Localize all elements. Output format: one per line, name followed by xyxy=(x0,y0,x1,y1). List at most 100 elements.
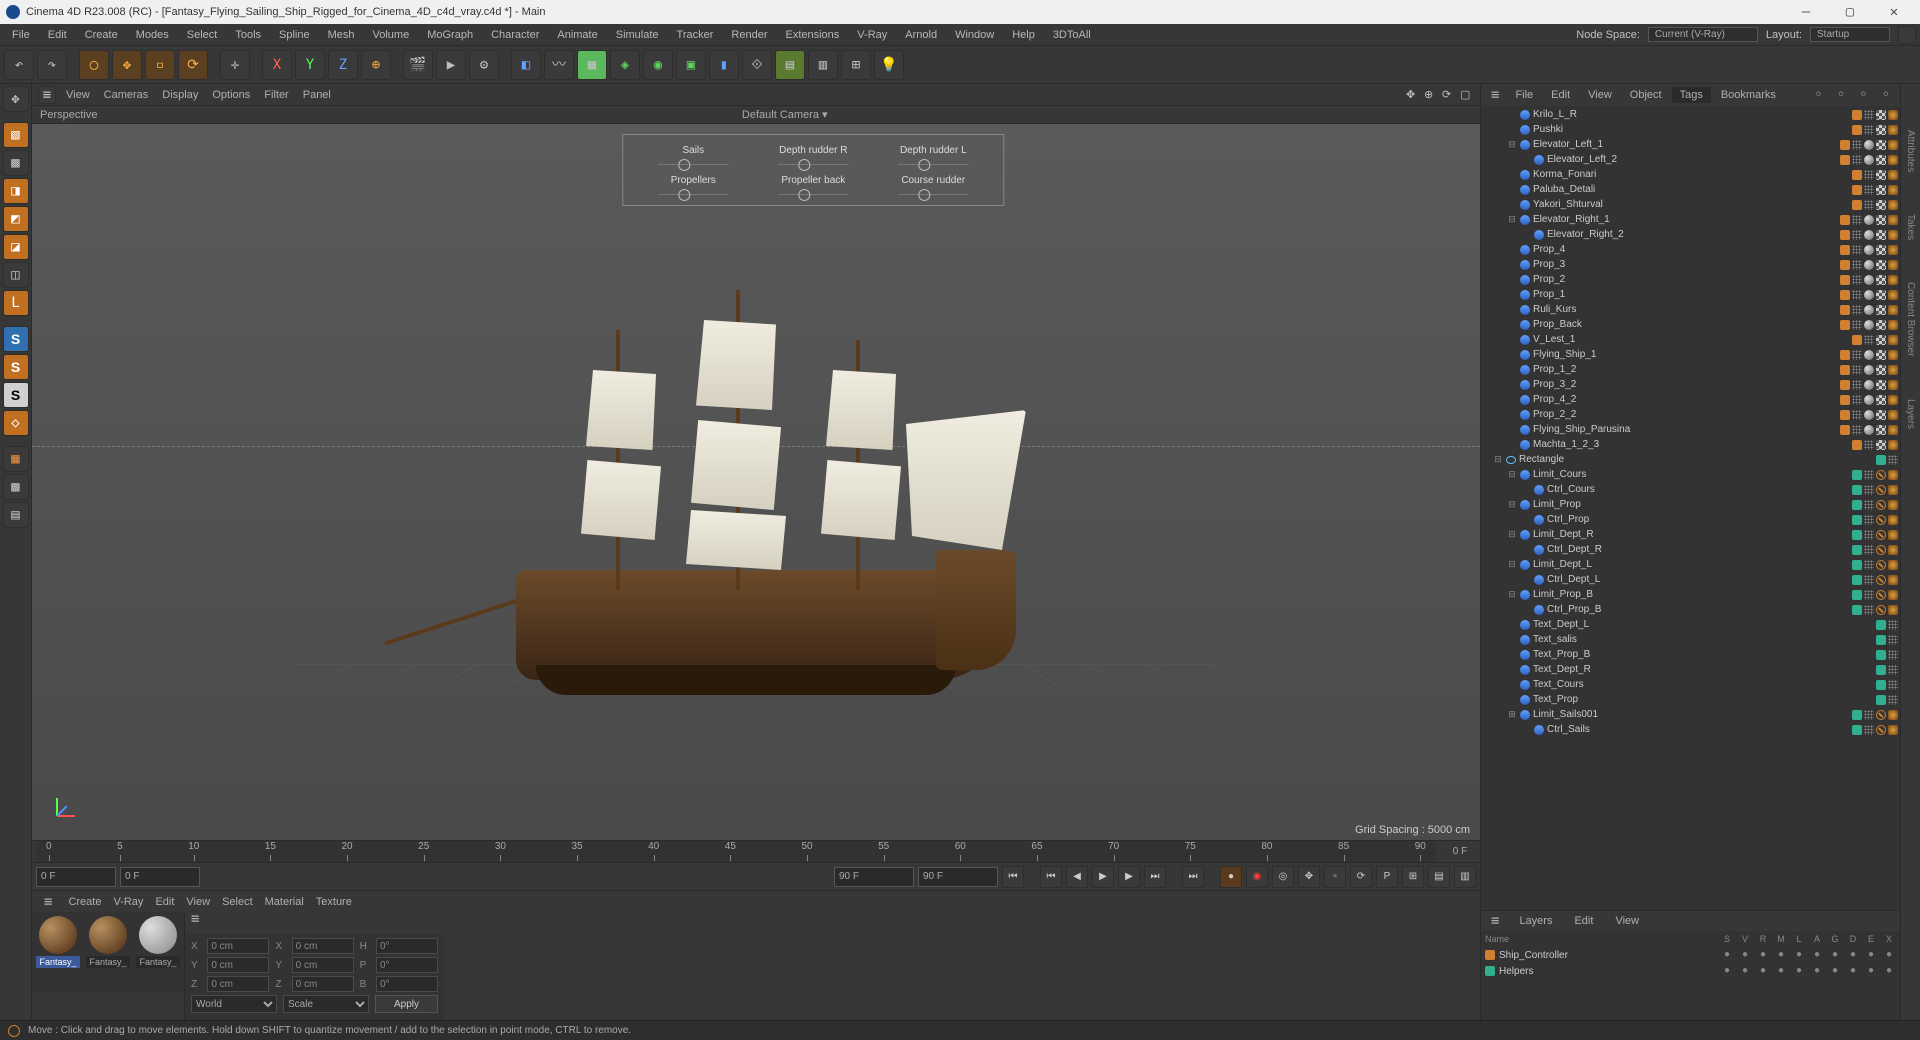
make-editable-button[interactable]: ▧ xyxy=(3,122,29,148)
material-menu-material[interactable]: Material xyxy=(259,894,310,910)
record-button[interactable]: ◉ xyxy=(1246,866,1268,888)
minimize-button[interactable]: — xyxy=(1786,2,1826,22)
tag-layer-orange[interactable] xyxy=(1852,170,1862,180)
tag-check[interactable] xyxy=(1876,380,1886,390)
expand-icon[interactable]: ⊟ xyxy=(1507,214,1517,225)
goto-end-button[interactable]: ⏭ xyxy=(1182,866,1204,888)
add-scene-button[interactable]: ▣ xyxy=(676,50,706,80)
tree-row[interactable]: Ruli_Kurs xyxy=(1481,302,1900,317)
tree-row[interactable]: Flying_Ship_Parusina xyxy=(1481,422,1900,437)
tag-layer-orange[interactable] xyxy=(1840,140,1850,150)
axis-x-lock[interactable]: X xyxy=(262,50,292,80)
undo-button[interactable]: ↶ xyxy=(4,50,34,80)
tag-dots[interactable] xyxy=(1888,635,1898,645)
render-view-button[interactable]: 🎬 xyxy=(403,50,433,80)
tag-check[interactable] xyxy=(1876,335,1886,345)
menu-tools[interactable]: Tools xyxy=(227,26,269,44)
filter-icon[interactable]: ◦ xyxy=(1831,86,1851,104)
hud-depth-rudder-l[interactable]: Depth rudder L xyxy=(883,145,983,165)
menu-mograph[interactable]: MoGraph xyxy=(419,26,481,44)
tag-layer-teal[interactable] xyxy=(1852,485,1862,495)
tag-layer-teal[interactable] xyxy=(1876,620,1886,630)
tag-stop[interactable] xyxy=(1876,530,1886,540)
menu-3dtoall[interactable]: 3DToAll xyxy=(1045,26,1099,44)
tag-sphere[interactable] xyxy=(1864,425,1874,435)
hud-propeller-back[interactable]: Propeller back xyxy=(763,175,863,195)
tree-row[interactable]: Prop_3_2 xyxy=(1481,377,1900,392)
tree-row[interactable]: Ctrl_Dept_L xyxy=(1481,572,1900,587)
tag-vray[interactable] xyxy=(1888,425,1898,435)
locked-workplane-button[interactable]: ▩ xyxy=(3,474,29,500)
tag-layer-orange[interactable] xyxy=(1840,290,1850,300)
expand-icon[interactable]: ⊟ xyxy=(1493,454,1503,465)
menu-tracker[interactable]: Tracker xyxy=(669,26,722,44)
material-menu-select[interactable]: Select xyxy=(216,894,259,910)
tree-row[interactable]: Krilo_L_R xyxy=(1481,107,1900,122)
tag-stop[interactable] xyxy=(1876,500,1886,510)
tag-layer-teal[interactable] xyxy=(1852,545,1862,555)
tag-sphere[interactable] xyxy=(1864,215,1874,225)
tag-dots[interactable] xyxy=(1864,500,1874,510)
tag-vray[interactable] xyxy=(1888,545,1898,555)
tag-layer-orange[interactable] xyxy=(1852,185,1862,195)
objects-tab-tags[interactable]: Tags xyxy=(1672,87,1711,103)
select-tool[interactable]: ◯ xyxy=(79,50,109,80)
menu-modes[interactable]: Modes xyxy=(128,26,177,44)
tag-stop[interactable] xyxy=(1876,515,1886,525)
coord-z[interactable] xyxy=(207,976,269,992)
layers-tab-layers[interactable]: Layers xyxy=(1511,913,1560,929)
layer-toggle[interactable]: ● xyxy=(1738,965,1752,977)
tree-row[interactable]: ⊟Elevator_Left_1 xyxy=(1481,137,1900,152)
tag-vray[interactable] xyxy=(1888,335,1898,345)
viewport-menu-options[interactable]: Options xyxy=(206,87,256,103)
layer-toggle[interactable]: ● xyxy=(1720,949,1734,961)
tag-dots[interactable] xyxy=(1852,350,1862,360)
menu-character[interactable]: Character xyxy=(483,26,547,44)
close-button[interactable]: ✕ xyxy=(1874,2,1914,22)
tag-vray[interactable] xyxy=(1888,200,1898,210)
layer-toggle[interactable]: ● xyxy=(1756,965,1770,977)
tag-vray[interactable] xyxy=(1888,500,1898,510)
coord-b[interactable] xyxy=(376,976,438,992)
tag-check[interactable] xyxy=(1876,365,1886,375)
tag-layer-teal[interactable] xyxy=(1876,665,1886,675)
tag-dots[interactable] xyxy=(1852,275,1862,285)
tag-layer-teal[interactable] xyxy=(1852,590,1862,600)
layers-tab-edit[interactable]: Edit xyxy=(1566,913,1601,929)
viewport[interactable]: SailsDepth rudder RDepth rudder LPropell… xyxy=(32,124,1480,840)
tag-check[interactable] xyxy=(1876,305,1886,315)
coord-mode2[interactable]: Scale xyxy=(283,995,369,1013)
tag-dots[interactable] xyxy=(1852,245,1862,255)
tag-vray[interactable] xyxy=(1888,290,1898,300)
tag-vray[interactable] xyxy=(1888,725,1898,735)
viewport-menu-icon[interactable]: ≡ xyxy=(38,86,56,104)
tag-dots[interactable] xyxy=(1864,710,1874,720)
tag-stop[interactable] xyxy=(1876,470,1886,480)
tag-layer-teal[interactable] xyxy=(1852,605,1862,615)
tag-sphere[interactable] xyxy=(1864,140,1874,150)
coord-z2[interactable] xyxy=(292,976,354,992)
add-light2-button[interactable]: 💡 xyxy=(874,50,904,80)
tree-row[interactable]: ⊟Limit_Dept_R xyxy=(1481,527,1900,542)
tag-dots[interactable] xyxy=(1864,110,1874,120)
tree-row[interactable]: Elevator_Left_2 xyxy=(1481,152,1900,167)
tag-vray[interactable] xyxy=(1888,245,1898,255)
tag-dots[interactable] xyxy=(1852,230,1862,240)
objects-tab-edit[interactable]: Edit xyxy=(1543,87,1578,103)
vtab-attributes[interactable]: Attributes xyxy=(1903,124,1918,178)
expand-icon[interactable]: ⊟ xyxy=(1507,469,1517,480)
tag-dots[interactable] xyxy=(1852,380,1862,390)
layer-color-icon[interactable] xyxy=(1485,966,1495,976)
tag-vray[interactable] xyxy=(1888,230,1898,240)
tag-check[interactable] xyxy=(1876,290,1886,300)
menu-simulate[interactable]: Simulate xyxy=(608,26,667,44)
move-icon[interactable]: ✥ xyxy=(3,86,29,112)
workplane-button[interactable]: ◪ xyxy=(3,234,29,260)
tag-sphere[interactable] xyxy=(1864,380,1874,390)
tag-layer-teal[interactable] xyxy=(1876,635,1886,645)
add-spline-button[interactable]: 〰 xyxy=(544,50,574,80)
tree-row[interactable]: Prop_1_2 xyxy=(1481,362,1900,377)
tag-layer-teal[interactable] xyxy=(1852,710,1862,720)
tag-check[interactable] xyxy=(1876,155,1886,165)
maximize-button[interactable]: ▢ xyxy=(1830,2,1870,22)
